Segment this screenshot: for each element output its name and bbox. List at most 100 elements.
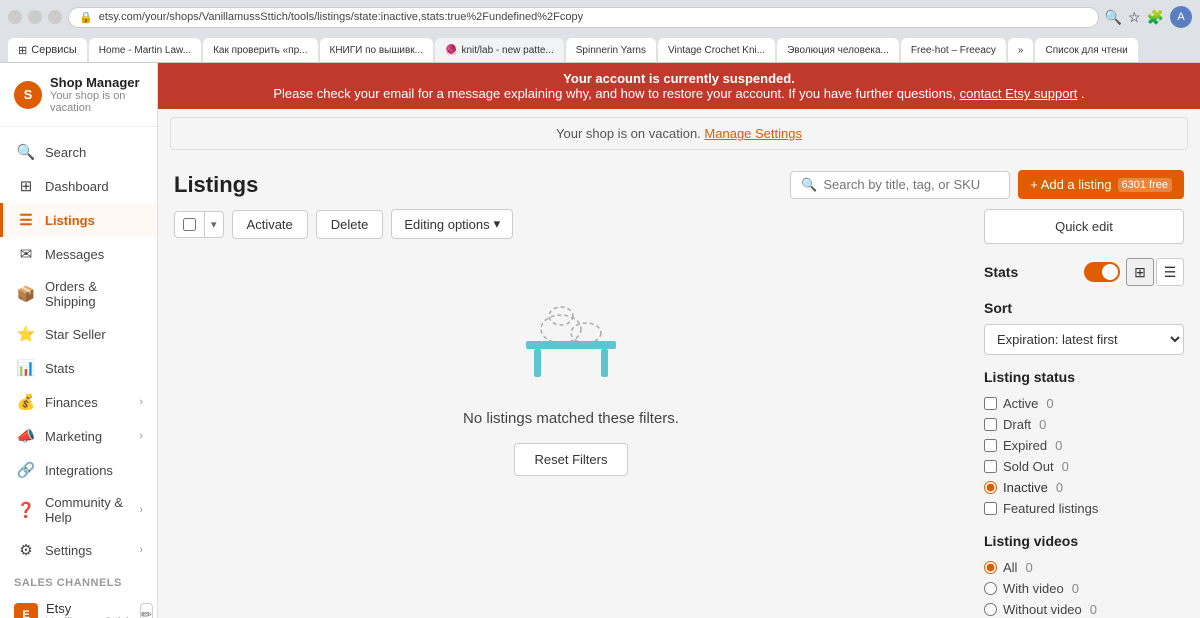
stats-toggle-dot [1102, 264, 1118, 280]
sidebar-stats-label: Stats [45, 361, 75, 376]
browser-icon-extensions[interactable]: 🧩 [1147, 9, 1164, 26]
sidebar-item-finances[interactable]: 💰 Finances › [0, 385, 157, 419]
sort-select[interactable]: Expiration: latest first Most recent Old… [984, 324, 1184, 355]
view-buttons: ⊞ ☰ [1126, 258, 1184, 286]
app: S Shop Manager Your shop is on vacation … [0, 63, 1200, 618]
reload-button[interactable] [48, 10, 62, 24]
status-sold-out-count: 0 [1062, 459, 1069, 474]
status-sold-out: Sold Out 0 [984, 456, 1184, 477]
checkbox-dropdown-arrow[interactable]: ▾ [204, 212, 223, 237]
video-all: All 0 [984, 557, 1184, 578]
listings-area: Listings 🔍 + Add a listing 6301 free [158, 158, 1200, 618]
back-button[interactable] [8, 10, 22, 24]
tab-check[interactable]: Как проверить «пр... [203, 38, 317, 62]
quick-edit-button[interactable]: Quick edit [984, 209, 1184, 244]
dashboard-icon: ⊞ [17, 177, 35, 195]
chevron-right-icon: › [139, 430, 143, 442]
video-all-label: All [1003, 560, 1017, 575]
sidebar-item-listings[interactable]: ☰ Listings [0, 203, 157, 237]
tab-free[interactable]: Free-hot – Freeacy [901, 38, 1006, 62]
chevron-right-icon: › [139, 396, 143, 408]
activate-button[interactable]: Activate [232, 210, 308, 239]
tab-services[interactable]: ⊞Сервисы [8, 38, 87, 62]
sidebar-item-community[interactable]: ❓ Community & Help › [0, 487, 157, 533]
sidebar-listings-label: Listings [45, 213, 95, 228]
video-all-radio[interactable] [984, 561, 997, 574]
browser-chrome: 🔒 etsy.com/your/shops/VanillamussSttich/… [0, 0, 1200, 63]
search-input[interactable] [823, 177, 999, 192]
reset-filters-button[interactable]: Reset Filters [514, 443, 629, 476]
video-all-count: 0 [1025, 560, 1032, 575]
stats-controls: ⊞ ☰ [1084, 258, 1184, 286]
editing-options-button[interactable]: Editing options ▾ [391, 209, 513, 239]
status-draft: Draft 0 [984, 414, 1184, 435]
tab-etsy[interactable]: 🧶knit/lab - new patte... [435, 38, 564, 62]
sidebar-nav: 🔍 Search ⊞ Dashboard ☰ Listings ✉ Messag… [0, 127, 157, 618]
search-box[interactable]: 🔍 [790, 171, 1010, 199]
browser-icon-search[interactable]: 🔍 [1105, 9, 1122, 26]
contact-support-link[interactable]: contact Etsy support [960, 86, 1078, 101]
sidebar-item-integrations[interactable]: 🔗 Integrations [0, 453, 157, 487]
status-inactive-label: Inactive [1003, 480, 1048, 495]
checkbox-dropdown[interactable]: ▾ [174, 211, 224, 238]
list-view-button[interactable]: ☰ [1156, 258, 1184, 286]
select-all-input[interactable] [183, 218, 196, 231]
shop-status: Your shop is on vacation [50, 90, 143, 114]
sidebar-item-orders[interactable]: 📦 Orders & Shipping [0, 271, 157, 317]
status-active-count: 0 [1046, 396, 1053, 411]
sidebar-header[interactable]: S Shop Manager Your shop is on vacation [0, 63, 157, 127]
stats-toggle[interactable] [1084, 262, 1120, 282]
select-all-checkbox[interactable] [175, 212, 204, 237]
status-sold-out-checkbox[interactable] [984, 460, 997, 473]
sidebar-orders-label: Orders & Shipping [45, 279, 143, 309]
tab-more[interactable]: » [1008, 38, 1034, 62]
status-featured-checkbox[interactable] [984, 502, 997, 515]
stats-icon: 📊 [17, 359, 35, 377]
browser-icon-profile[interactable]: A [1170, 6, 1192, 28]
channel-edit-button[interactable]: ✏ [140, 603, 153, 618]
status-expired-count: 0 [1055, 438, 1062, 453]
video-with-count: 0 [1072, 581, 1079, 596]
status-inactive-radio[interactable] [984, 481, 997, 494]
shop-manager-info: Shop Manager Your shop is on vacation [50, 75, 143, 114]
tab-books[interactable]: КНИГИ по вышивк... [320, 38, 434, 62]
status-active: Active 0 [984, 393, 1184, 414]
add-listing-button[interactable]: + Add a listing 6301 free [1018, 170, 1184, 199]
address-bar[interactable]: 🔒 etsy.com/your/shops/VanillamussSttich/… [68, 7, 1099, 28]
status-active-checkbox[interactable] [984, 397, 997, 410]
settings-icon: ⚙ [17, 541, 35, 559]
status-expired-checkbox[interactable] [984, 439, 997, 452]
main-content: Your account is currently suspended. Ple… [158, 63, 1200, 618]
shop-manager-label: Shop Manager [50, 75, 143, 90]
manage-settings-link[interactable]: Manage Settings [704, 126, 802, 141]
sidebar-dashboard-label: Dashboard [45, 179, 109, 194]
video-with-radio[interactable] [984, 582, 997, 595]
sidebar-item-marketing[interactable]: 📣 Marketing › [0, 419, 157, 453]
sort-section: Sort Expiration: latest first Most recen… [984, 300, 1184, 355]
sidebar-item-messages[interactable]: ✉ Messages [0, 237, 157, 271]
status-expired: Expired 0 [984, 435, 1184, 456]
video-without-label: Without video [1003, 602, 1082, 617]
sidebar-item-settings[interactable]: ⚙ Settings › [0, 533, 157, 567]
tab-vintage[interactable]: Vintage Crochet Kni... [658, 38, 775, 62]
sidebar-item-dashboard[interactable]: ⊞ Dashboard [0, 169, 157, 203]
stats-header: Stats ⊞ ☰ [984, 258, 1184, 286]
status-draft-checkbox[interactable] [984, 418, 997, 431]
grid-view-button[interactable]: ⊞ [1126, 258, 1154, 286]
sidebar-item-search[interactable]: 🔍 Search [0, 135, 157, 169]
tab-spinnerin[interactable]: Spinnerin Yarns [566, 38, 656, 62]
tab-reading[interactable]: Список для чтени [1035, 38, 1137, 62]
etsy-channel[interactable]: E Etsy VanillamussSttich ✏ [0, 593, 157, 618]
video-without-radio[interactable] [984, 603, 997, 616]
browser-icon-bookmark[interactable]: ☆ [1128, 9, 1141, 26]
tab-evolution[interactable]: Эволюция человека... [777, 38, 899, 62]
marketing-icon: 📣 [17, 427, 35, 445]
sidebar-item-stats[interactable]: 📊 Stats [0, 351, 157, 385]
status-expired-label: Expired [1003, 438, 1047, 453]
suspension-title: Your account is currently suspended. [563, 71, 795, 86]
listing-videos-label: Listing videos [984, 533, 1184, 549]
forward-button[interactable] [28, 10, 42, 24]
delete-button[interactable]: Delete [316, 210, 384, 239]
tab-home[interactable]: Home - Martin Law... [89, 38, 201, 62]
sidebar-item-star-seller[interactable]: ⭐ Star Seller [0, 317, 157, 351]
